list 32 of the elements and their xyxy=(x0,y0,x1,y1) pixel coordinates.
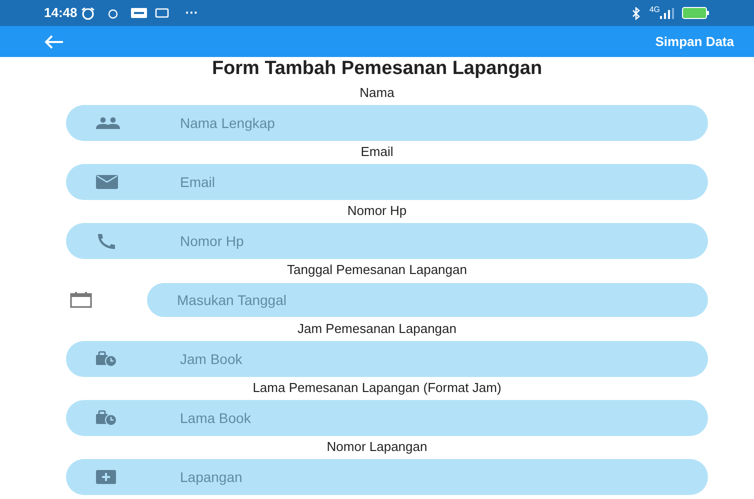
input-field[interactable]: Masukan Tanggal xyxy=(147,282,708,316)
briefcase-clock-icon xyxy=(96,350,118,366)
chat-icon xyxy=(155,8,170,18)
form-title: Form Tambah Pemesanan Lapangan xyxy=(212,57,542,82)
field-label: Nama xyxy=(360,84,394,102)
signal-icon xyxy=(660,8,674,18)
input-field[interactable]: Email xyxy=(66,164,708,200)
bluetooth-icon xyxy=(631,6,642,20)
battery-icon xyxy=(682,7,710,19)
field-label: Jam Pemesanan Lapangan xyxy=(297,320,456,338)
field-label: Email xyxy=(360,143,394,162)
save-data-button[interactable]: Simpan Data xyxy=(655,32,734,52)
field-label: Nomor Lapangan xyxy=(326,438,428,456)
field-label: Lama Pemesanan Lapangan (Format Jam) xyxy=(252,379,502,398)
mail-icon xyxy=(96,174,118,188)
more-indicator: ··· xyxy=(185,4,198,22)
input-field[interactable]: Nomor Hp xyxy=(66,222,708,258)
input-field[interactable]: Lama Book xyxy=(66,400,708,436)
back-arrow-icon[interactable] xyxy=(44,34,64,48)
input-field[interactable]: Nama Lengkap xyxy=(66,104,708,140)
calendar-icon xyxy=(70,292,92,308)
plus-box-icon xyxy=(96,470,116,484)
field-label: Tanggal Pemesanan Lapangan xyxy=(287,261,467,280)
people-icon xyxy=(96,116,120,128)
phone-icon xyxy=(96,232,116,248)
field-label: Nomor Hp xyxy=(347,202,407,220)
input-field[interactable]: Jam Book xyxy=(66,340,708,376)
message-icon xyxy=(131,8,148,18)
status-time: 14:48 xyxy=(44,4,78,22)
briefcase-clock-icon xyxy=(96,410,118,426)
input-field[interactable]: Lapangan xyxy=(66,458,708,494)
network-label: 4G xyxy=(649,6,660,14)
